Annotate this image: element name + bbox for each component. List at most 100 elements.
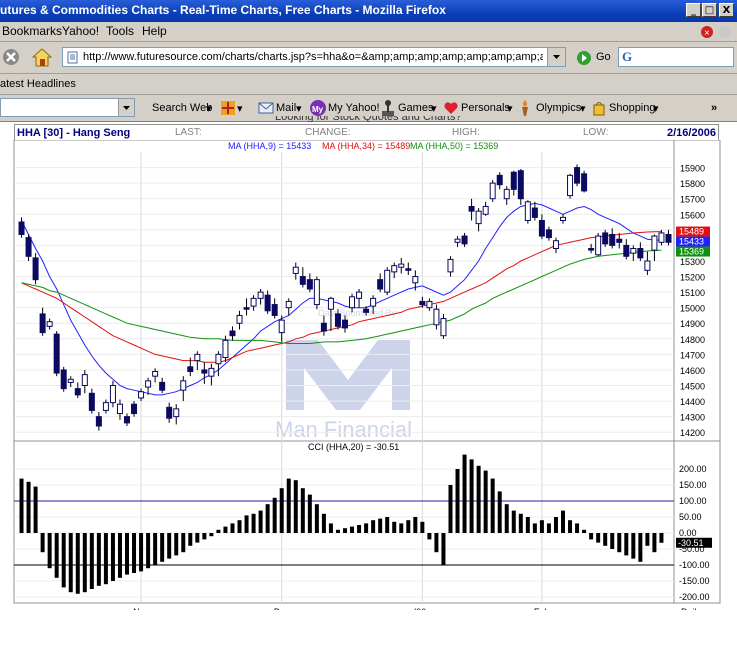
cci-bar	[631, 533, 636, 559]
cci-bar	[399, 523, 404, 533]
candle-down	[665, 234, 672, 243]
tab-close-icons: ×	[701, 26, 731, 39]
candle-down	[74, 388, 81, 396]
candle-up	[356, 291, 363, 299]
last-label: LAST:	[175, 127, 202, 138]
price-tick-label: 14300	[680, 413, 705, 423]
candle-up	[630, 248, 637, 254]
url-text[interactable]: http://www.futuresource.com/charts/chart…	[83, 51, 543, 63]
menu-help[interactable]: Help	[142, 24, 167, 38]
shopping-button[interactable]: Shopping	[609, 102, 656, 114]
search-web-dropdown-icon[interactable]: ▾	[206, 102, 212, 115]
close-window-button[interactable]: X	[719, 3, 734, 17]
cci-tag-label: -30.51	[678, 538, 704, 548]
cci-bar	[75, 533, 80, 594]
cci-bar	[117, 533, 122, 578]
olympics-button[interactable]: Olympics	[536, 102, 581, 114]
cci-bar	[406, 520, 411, 533]
toolbar-overflow-button[interactable]: »	[711, 102, 717, 114]
go-icon[interactable]	[576, 50, 592, 66]
stop-icon[interactable]	[2, 48, 20, 66]
shopping-bag-icon	[593, 102, 605, 116]
games-dropdown-icon[interactable]: ▾	[431, 102, 437, 115]
cci-bar	[575, 523, 580, 533]
price-tick-label: 14900	[680, 319, 705, 329]
cci-bar	[448, 485, 453, 533]
mail-button[interactable]: Mail	[276, 102, 296, 114]
home-icon[interactable]	[30, 46, 54, 68]
menu-tools[interactable]: Tools	[106, 24, 134, 38]
cci-bar	[617, 533, 622, 553]
candle-up	[327, 297, 334, 310]
games-button[interactable]: Games	[398, 102, 433, 114]
personals-button[interactable]: Personals	[461, 102, 510, 114]
candle-down	[419, 300, 426, 306]
candle-up	[349, 296, 356, 309]
cci-bar	[103, 533, 108, 585]
highlight-icon[interactable]	[220, 100, 236, 116]
latest-headlines-link[interactable]: atest Headlines	[0, 78, 76, 90]
candle-up	[145, 380, 152, 388]
candle-up	[313, 279, 320, 306]
candle-up	[370, 297, 377, 307]
minimize-button[interactable]: _	[686, 3, 701, 17]
svg-text:×: ×	[704, 28, 710, 39]
candle-down	[39, 313, 46, 334]
candle-up	[285, 300, 292, 309]
cci-bar	[237, 520, 242, 533]
cci-bar	[82, 533, 87, 593]
personals-dropdown-icon[interactable]: ▾	[507, 102, 513, 115]
close-tab-icon[interactable]	[719, 26, 731, 38]
x-tick-label: Dec	[274, 607, 291, 610]
candle-down	[531, 207, 538, 218]
search-input[interactable]: G	[618, 47, 734, 67]
cci-bar	[174, 533, 179, 556]
search-web-button[interactable]: Search Web	[152, 102, 212, 114]
cci-tick-label: -150.00	[679, 576, 710, 586]
cci-tick-label: -100.00	[679, 560, 710, 570]
yahoo-search-dropdown[interactable]	[118, 99, 134, 116]
cci-bar	[216, 529, 221, 533]
go-button[interactable]: Go	[596, 51, 611, 63]
cci-bar	[300, 488, 305, 533]
candle-down	[243, 307, 250, 310]
cci-tick-label: -200.00	[679, 592, 710, 602]
olympics-dropdown-icon[interactable]: ▾	[580, 102, 586, 115]
menu-yahoo[interactable]: Yahoo!	[62, 24, 99, 38]
cci-bar	[518, 513, 523, 533]
cci-bar	[110, 533, 115, 581]
highlight-dropdown-icon[interactable]: ▾	[237, 102, 243, 115]
cci-tick-label: 150.00	[679, 480, 707, 490]
cci-bar	[230, 523, 235, 533]
cci-bar	[364, 523, 369, 533]
candle-down	[574, 167, 581, 184]
price-tick-label: 14800	[680, 335, 705, 345]
shopping-dropdown-icon[interactable]: ▾	[653, 102, 659, 115]
cci-bar	[61, 533, 66, 588]
candle-up	[454, 238, 461, 243]
chevron-down-icon	[553, 55, 560, 59]
cci-tick-label: 100.00	[679, 496, 707, 506]
candle-up	[67, 378, 74, 383]
mail-dropdown-icon[interactable]: ▾	[296, 102, 302, 115]
cci-bar	[47, 533, 52, 569]
my-yahoo-button[interactable]: My Yahoo!	[328, 102, 380, 114]
url-bar[interactable]: http://www.futuresource.com/charts/chart…	[62, 47, 566, 67]
x-tick-label: Nov	[133, 607, 150, 610]
ma-legend-item: MA (HHA,50) = 15369	[410, 141, 498, 151]
candle-down	[201, 369, 208, 374]
candle-up	[489, 182, 496, 200]
menu-bookmarks[interactable]: Bookmarks	[2, 24, 62, 38]
maximize-button[interactable]: □	[702, 3, 717, 17]
price-tick-label: 15200	[680, 273, 705, 283]
cci-bar	[251, 513, 256, 533]
cci-bar	[441, 533, 446, 565]
url-dropdown-button[interactable]	[547, 48, 565, 66]
candle-down	[299, 276, 306, 285]
price-tick-label: 14400	[680, 397, 705, 407]
heart-icon	[444, 102, 458, 114]
stock-quotes-banner[interactable]: Looking for Stock Quotes and Charts?	[275, 116, 462, 122]
yahoo-search-input[interactable]	[0, 98, 135, 117]
cci-bar	[293, 480, 298, 533]
bookmarks-toolbar: atest Headlines	[0, 74, 737, 95]
